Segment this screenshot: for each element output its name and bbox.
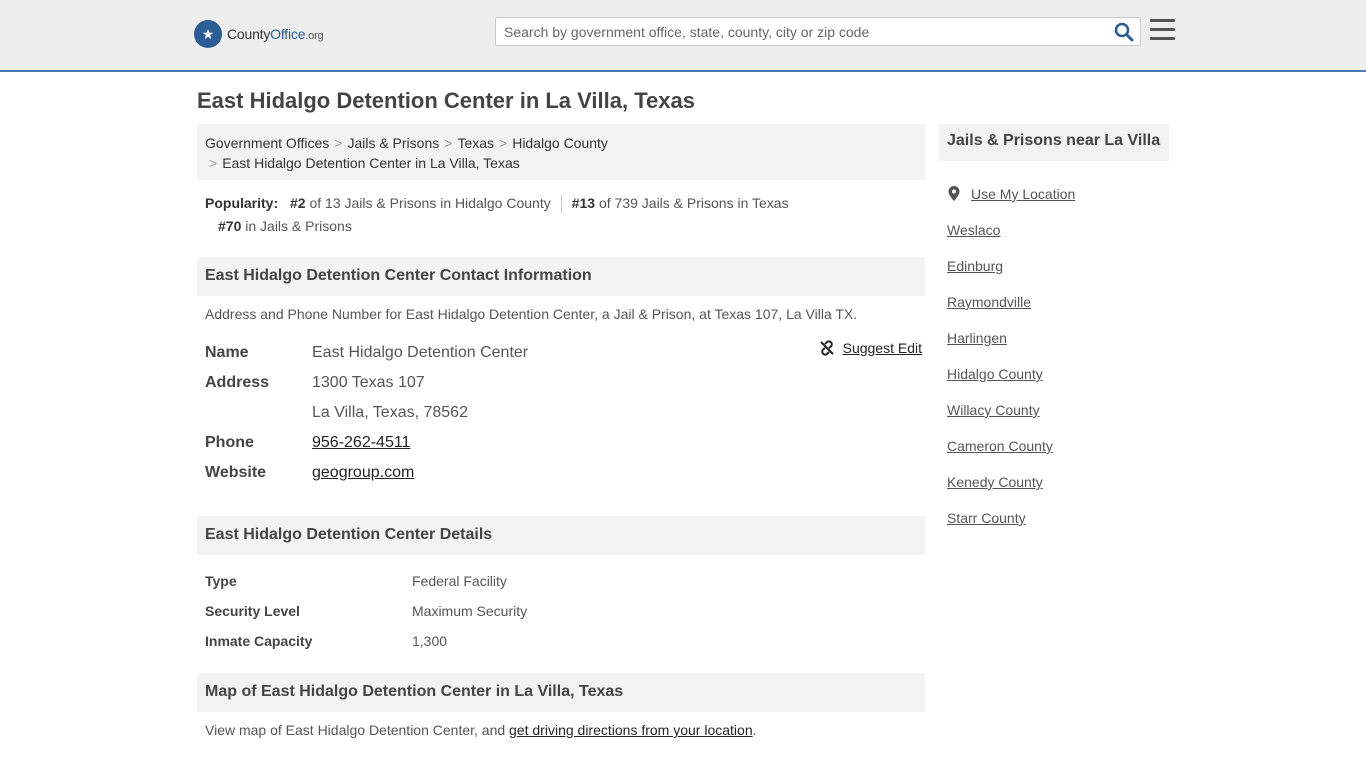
breadcrumb-separator: > — [334, 135, 343, 151]
divider — [560, 195, 562, 214]
driving-directions-link[interactable]: get driving directions from your locatio… — [509, 722, 753, 738]
contact-label: Name — [205, 344, 249, 361]
details-row-capacity: Inmate Capacity 1,300 — [205, 626, 925, 656]
details-value: 1,300 — [412, 633, 448, 649]
page-title: East Hidalgo Detention Center in La Vill… — [197, 88, 695, 113]
details-value: Maximum Security — [412, 603, 528, 619]
broken-link-icon — [819, 340, 834, 356]
use-my-location-link[interactable]: Use My Location — [971, 186, 1075, 202]
logo-text: CountyOffice.org — [227, 26, 324, 42]
suggest-edit-link[interactable]: Suggest Edit — [819, 340, 922, 356]
sidebar-link-hidalgo-county[interactable]: Hidalgo County — [947, 366, 1043, 382]
hamburger-menu-icon[interactable] — [1150, 19, 1175, 41]
sidebar-link-starr-county[interactable]: Starr County — [947, 510, 1026, 526]
eagle-seal-icon: ★ — [194, 20, 222, 48]
contact-row-name: Name East Hidalgo Detention Center — [205, 338, 925, 368]
popularity-label: Popularity: — [205, 195, 279, 211]
sidebar-link-kenedy-county[interactable]: Kenedy County — [947, 474, 1043, 490]
sidebar-nearby-list: Use My Location Weslaco Edinburg Raymond… — [947, 176, 1169, 536]
sidebar-link-weslaco[interactable]: Weslaco — [947, 222, 1000, 238]
search-input[interactable] — [496, 18, 1106, 45]
site-logo[interactable]: ★ CountyOffice.org — [194, 20, 324, 48]
sidebar-item: Kenedy County — [947, 464, 1169, 500]
search-box — [495, 17, 1141, 46]
details-heading: East Hidalgo Detention Center Details — [197, 516, 925, 555]
sidebar-link-edinburg[interactable]: Edinburg — [947, 258, 1003, 274]
popularity-text-state: of 739 Jails & Prisons in Texas — [595, 195, 789, 211]
suggest-edit-label: Suggest Edit — [842, 340, 922, 356]
breadcrumb-current: East Hidalgo Detention Center in La Vill… — [222, 155, 520, 171]
details-row-security: Security Level Maximum Security — [205, 596, 925, 626]
map-text: View map of East Hidalgo Detention Cente… — [205, 722, 510, 738]
search-icon[interactable] — [1114, 22, 1134, 42]
map-text-end: . — [752, 722, 757, 738]
popularity-rank-state: #13 — [571, 195, 596, 211]
contact-row-phone: Phone 956-262-4511 — [205, 428, 925, 458]
contact-description: Address and Phone Number for East Hidalg… — [205, 306, 858, 322]
popularity-text-county: of 13 Jails & Prisons in Hidalgo County — [305, 195, 551, 211]
sidebar-item: Cameron County — [947, 428, 1169, 464]
sidebar-item: Harlingen — [947, 320, 1169, 356]
contact-row-address-2: La Villa, Texas, 78562 — [205, 398, 925, 428]
contact-label: Address — [205, 374, 270, 391]
sidebar-link-willacy-county[interactable]: Willacy County — [947, 402, 1040, 418]
breadcrumb-jails-prisons[interactable]: Jails & Prisons — [347, 135, 439, 151]
sidebar-item: Weslaco — [947, 212, 1169, 248]
map-heading: Map of East Hidalgo Detention Center in … — [197, 673, 925, 712]
contact-value: 1300 Texas 107 — [312, 374, 425, 391]
use-my-location: Use My Location — [947, 176, 1169, 212]
contact-heading: East Hidalgo Detention Center Contact In… — [197, 257, 925, 296]
breadcrumb-texas[interactable]: Texas — [457, 135, 494, 151]
breadcrumb-hidalgo-county[interactable]: Hidalgo County — [512, 135, 608, 151]
phone-link[interactable]: 956-262-4511 — [312, 434, 410, 451]
contact-value: East Hidalgo Detention Center — [312, 344, 529, 361]
top-bar: ★ CountyOffice.org — [0, 0, 1366, 72]
sidebar-link-cameron-county[interactable]: Cameron County — [947, 438, 1053, 454]
map-pin-icon — [948, 186, 960, 201]
details-value: Federal Facility — [412, 573, 507, 589]
contact-row-address: Address 1300 Texas 107 — [205, 368, 925, 398]
details-label: Security Level — [205, 603, 300, 619]
details-table: Type Federal Facility Security Level Maxim… — [205, 566, 925, 656]
sidebar-heading: Jails & Prisons near La Villa — [939, 124, 1169, 161]
sidebar-link-harlingen[interactable]: Harlingen — [947, 330, 1007, 346]
contact-value: La Villa, Texas, 78562 — [312, 404, 468, 421]
sidebar-item: Willacy County — [947, 392, 1169, 428]
breadcrumb-government-offices[interactable]: Government Offices — [205, 135, 329, 151]
breadcrumb-separator: > — [499, 135, 508, 151]
sidebar-item: Starr County — [947, 500, 1169, 536]
contact-row-website: Website geogroup.com — [205, 458, 925, 488]
popularity-rank-county: #2 — [290, 195, 306, 211]
popularity-text-national: in Jails & Prisons — [241, 218, 352, 234]
website-link[interactable]: geogroup.com — [312, 464, 414, 481]
contact-label: Phone — [205, 434, 254, 451]
popularity-rank-national: #70 — [218, 218, 242, 234]
sidebar-item: Edinburg — [947, 248, 1169, 284]
details-label: Type — [205, 573, 237, 589]
breadcrumb-separator: > — [444, 135, 453, 151]
popularity-stats: Popularity: #2 of 13 Jails & Prisons in … — [205, 192, 925, 238]
sidebar-item: Hidalgo County — [947, 356, 1169, 392]
details-row-type: Type Federal Facility — [205, 566, 925, 596]
contact-table: Suggest Edit Name East Hidalgo Detention … — [205, 338, 925, 488]
contact-label: Website — [205, 464, 267, 481]
breadcrumb: Government Offices > Jails & Prisons > Texas… — [197, 124, 925, 180]
sidebar-item: Raymondville — [947, 284, 1169, 320]
details-label: Inmate Capacity — [205, 633, 313, 649]
breadcrumb-separator: > — [209, 155, 218, 171]
sidebar-link-raymondville[interactable]: Raymondville — [947, 294, 1031, 310]
map-description: View map of East Hidalgo Detention Cente… — [205, 722, 757, 738]
